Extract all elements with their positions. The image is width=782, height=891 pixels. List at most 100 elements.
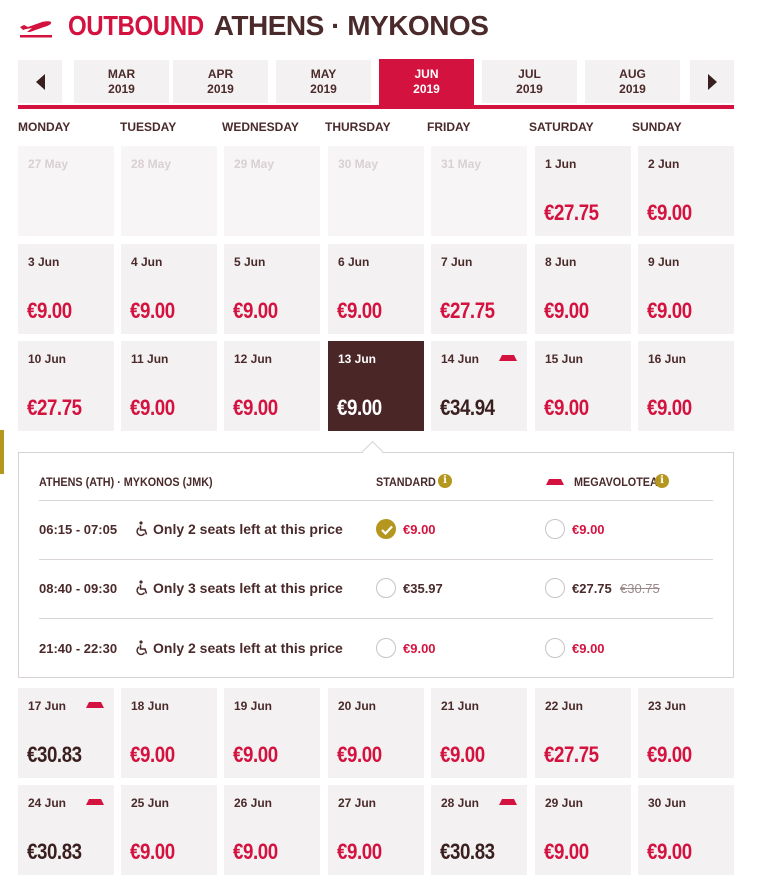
day-price: €9.00 [647, 742, 692, 767]
day-price: €30.83 [440, 839, 495, 864]
calendar-day[interactable]: 26 Jun €9.00 [224, 785, 320, 875]
calendar-day[interactable]: 23 Jun €9.00 [638, 688, 734, 778]
day-label: 8 Jun [545, 255, 577, 269]
day-price: €27.75 [544, 742, 599, 767]
day-label: 25 Jun [131, 796, 170, 810]
calendar-day[interactable]: 16 Jun €9.00 [638, 341, 734, 431]
calendar-day[interactable]: 17 Jun €30.83 [18, 688, 114, 778]
calendar-day[interactable]: 11 Jun €9.00 [121, 341, 217, 431]
day-label: 28 Jun [441, 796, 480, 810]
seats-left-text: Only 3 seats left at this price [153, 580, 343, 596]
wheelchair-icon [136, 521, 148, 537]
calendar-day[interactable]: 25 Jun €9.00 [121, 785, 217, 875]
year-label: 2019 [108, 81, 135, 96]
day-label: 3 Jun [28, 255, 60, 269]
day-label: 29 May [234, 157, 275, 171]
day-price: €9.00 [233, 298, 278, 323]
month-tab-mar[interactable]: MAR 2019 [74, 60, 169, 103]
calendar-day[interactable]: 5 Jun €9.00 [224, 244, 320, 334]
month-label: MAY [310, 66, 337, 81]
standard-fare-radio[interactable] [376, 519, 396, 539]
year-label: 2019 [310, 81, 337, 96]
calendar-day[interactable]: 30 Jun €9.00 [638, 785, 734, 875]
day-price: €9.00 [130, 742, 175, 767]
day-label: 13 Jun [338, 352, 377, 366]
seats-left-text: Only 2 seats left at this price [153, 640, 343, 656]
standard-fare-radio[interactable] [376, 638, 396, 658]
year-label: 2019 [413, 82, 440, 96]
month-tab-apr[interactable]: APR 2019 [173, 60, 268, 103]
month-label: AUG [619, 66, 646, 81]
day-price: €9.00 [337, 298, 382, 323]
calendar-day[interactable]: 21 Jun €9.00 [431, 688, 527, 778]
day-price: €9.00 [233, 395, 278, 420]
day-label: 7 Jun [441, 255, 473, 269]
original-price: €30.75 [620, 581, 660, 596]
info-icon[interactable]: i [655, 474, 669, 488]
megavolotea-icon [499, 799, 517, 805]
day-price: €9.00 [647, 200, 692, 225]
weekday-header: MONDAY TUESDAY WEDNESDAY THURSDAY FRIDAY… [18, 120, 734, 136]
megavolotea-fare-radio[interactable] [545, 638, 565, 658]
megavolotea-icon [499, 355, 517, 361]
calendar-day[interactable]: 6 Jun €9.00 [328, 244, 424, 334]
day-label: 5 Jun [234, 255, 266, 269]
day-label: 11 Jun [131, 352, 169, 366]
day-label: 24 Jun [28, 796, 67, 810]
calendar-day[interactable]: 29 Jun €9.00 [535, 785, 631, 875]
flight-options-panel: ATHENS (ATH) · MYKONOS (JMK) STANDARD i … [18, 452, 734, 678]
month-tab-jul[interactable]: JUL 2019 [482, 60, 577, 103]
calendar-day-selected[interactable]: 13 Jun €9.00 [328, 341, 424, 431]
calendar-day[interactable]: 2 Jun €9.00 [638, 146, 734, 236]
day-price: €9.00 [233, 742, 278, 767]
day-label: 26 Jun [234, 796, 273, 810]
route-heading: ATHENS (ATH) · MYKONOS (JMK) [39, 475, 213, 489]
info-icon[interactable]: i [438, 474, 452, 488]
day-price: €9.00 [544, 298, 589, 323]
megavolotea-icon [86, 702, 104, 708]
flight-time: 21:40 - 22:30 [39, 641, 118, 656]
calendar-day[interactable]: 22 Jun €27.75 [535, 688, 631, 778]
previous-month-button[interactable] [18, 60, 62, 103]
calendar-day[interactable]: 19 Jun €9.00 [224, 688, 320, 778]
standard-fare-price: €35.97 [403, 581, 443, 596]
month-tab-aug[interactable]: AUG 2019 [585, 60, 680, 103]
weekday-label: THURSDAY [325, 120, 391, 134]
calendar-day[interactable]: 20 Jun €9.00 [328, 688, 424, 778]
megavolotea-fare-price: €9.00 [572, 641, 605, 656]
day-label: 17 Jun [28, 699, 67, 713]
megavolotea-icon [86, 799, 104, 805]
calendar-day[interactable]: 24 Jun €30.83 [18, 785, 114, 875]
standard-fare-radio[interactable] [376, 578, 396, 598]
month-tab-may[interactable]: MAY 2019 [276, 60, 371, 103]
month-tab-jun[interactable]: JUN 2019 [379, 59, 474, 105]
calendar-day[interactable]: 3 Jun €9.00 [18, 244, 114, 334]
calendar-day[interactable]: 9 Jun €9.00 [638, 244, 734, 334]
calendar-day[interactable]: 15 Jun €9.00 [535, 341, 631, 431]
calendar-day[interactable]: 10 Jun €27.75 [18, 341, 114, 431]
megavolotea-fare-price: €27.75 [572, 581, 612, 596]
day-label: 18 Jun [131, 699, 170, 713]
calendar-day[interactable]: 27 Jun €9.00 [328, 785, 424, 875]
day-label: 14 Jun [441, 352, 480, 366]
calendar-day[interactable]: 4 Jun €9.00 [121, 244, 217, 334]
standard-fare-price: €9.00 [403, 522, 436, 537]
calendar-day[interactable]: 28 Jun €30.83 [431, 785, 527, 875]
calendar-day[interactable]: 12 Jun €9.00 [224, 341, 320, 431]
standard-fare-heading: STANDARD [376, 475, 436, 489]
megavolotea-fare-radio[interactable] [545, 519, 565, 539]
day-price: €9.00 [647, 298, 692, 323]
calendar-day[interactable]: 1 Jun €27.75 [535, 146, 631, 236]
day-price: €27.75 [544, 200, 599, 225]
calendar-day[interactable]: 7 Jun €27.75 [431, 244, 527, 334]
megavolotea-fare-radio[interactable] [545, 578, 565, 598]
next-month-button[interactable] [690, 60, 734, 103]
standard-fare-price: €9.00 [403, 641, 436, 656]
megavolotea-icon [546, 479, 564, 485]
weekday-label: SATURDAY [529, 120, 594, 134]
day-label: 19 Jun [234, 699, 273, 713]
calendar-day[interactable]: 18 Jun €9.00 [121, 688, 217, 778]
calendar-day[interactable]: 8 Jun €9.00 [535, 244, 631, 334]
calendar-day[interactable]: 14 Jun €34.94 [431, 341, 527, 431]
day-label: 31 May [441, 157, 482, 171]
